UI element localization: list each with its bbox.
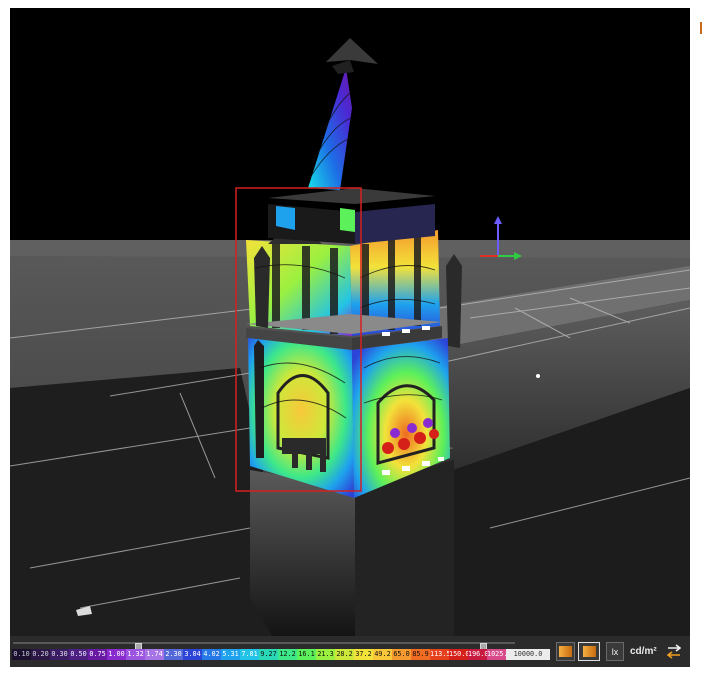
legend-cell: 12.2 — [278, 649, 297, 660]
unit-cd-label[interactable]: cd/m² — [630, 646, 657, 657]
legend-cell: 2.30 — [164, 649, 183, 660]
legend-cell: 0.75 — [88, 649, 107, 660]
unit-lx-label: lx — [611, 646, 619, 657]
legend-cell: 65.0 — [392, 649, 411, 660]
unit-lx-button[interactable]: lx — [606, 642, 624, 661]
swap-arrows-icon[interactable] — [666, 644, 682, 659]
scene-render — [10, 8, 690, 636]
legend-cell: 7.01 — [240, 649, 259, 660]
gradient-icon — [559, 646, 572, 657]
color-legend: 0.10 0.20 0.30 0.50 0.75 1.00 1.32 1.74 2.30 3.04… — [12, 649, 550, 660]
legend-cell: 1025.0 — [487, 649, 506, 660]
3d-viewport[interactable] — [10, 8, 690, 636]
legend-cell: 1.74 — [145, 649, 164, 660]
legend-cell: 37.2 — [354, 649, 373, 660]
legend-cell: 85.9 — [411, 649, 430, 660]
legend-cell: 4.02 — [202, 649, 221, 660]
legend-cell: 3.04 — [183, 649, 202, 660]
legend-cell: 0.50 — [69, 649, 88, 660]
legend-cell: 0.10 — [12, 649, 31, 660]
legend-cell: 28.2 — [335, 649, 354, 660]
legend-cell: 9.27 — [259, 649, 278, 660]
legend-cell: 0.30 — [50, 649, 69, 660]
legend-cell: 21.3 — [316, 649, 335, 660]
legend-cell: 16.1 — [297, 649, 316, 660]
legend-cell: 1.00 — [107, 649, 126, 660]
legend-cell: 113.5 — [430, 649, 449, 660]
luminance-scale-bar: 0.10 0.20 0.30 0.50 0.75 1.00 1.32 1.74 2.30 3.04… — [10, 636, 690, 667]
tower-pedestal — [250, 470, 355, 636]
legend-cell: 49.2 — [373, 649, 392, 660]
gradient-bordered-icon — [582, 646, 596, 657]
legend-cell: 196.0 — [468, 649, 487, 660]
gradient-bordered-button[interactable] — [578, 642, 600, 661]
legend-cell: 1.32 — [126, 649, 145, 660]
window-edge-marker — [700, 22, 702, 34]
legend-cell: 5.31 — [221, 649, 240, 660]
legend-cell: 10000.0 — [506, 649, 550, 660]
gradient-mode-button[interactable] — [556, 642, 575, 661]
legend-cell: 0.20 — [31, 649, 50, 660]
legend-cell: 150.0 — [449, 649, 468, 660]
scale-slider-track[interactable] — [13, 642, 515, 654]
